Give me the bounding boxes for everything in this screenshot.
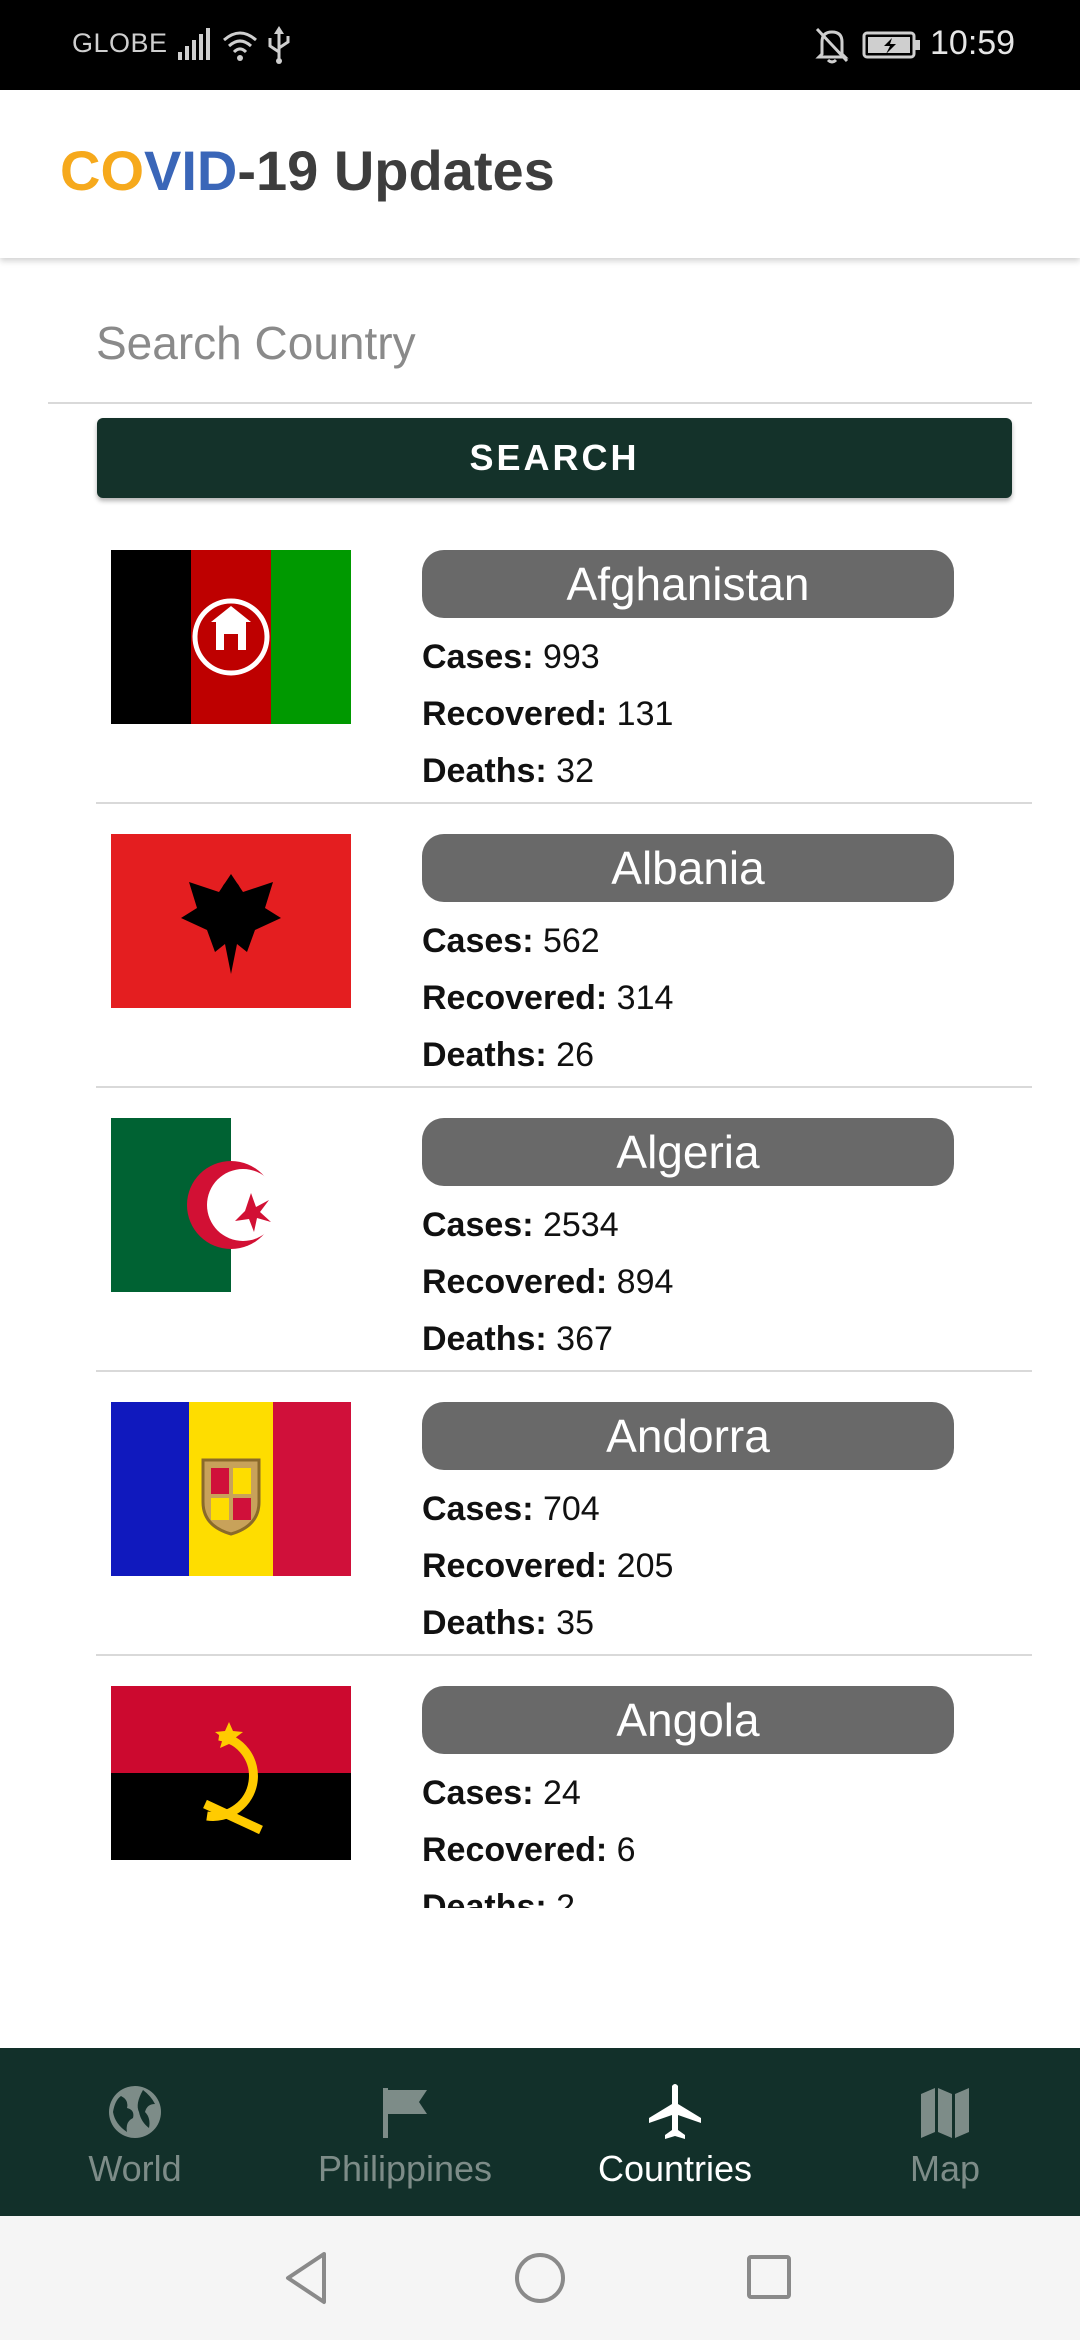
deaths-value: 26 <box>556 1036 594 1074</box>
deaths-label: Deaths: <box>422 1036 547 1074</box>
title-co: CO <box>60 139 144 202</box>
angola-flag-icon <box>111 1686 351 1860</box>
cases-stat: Cases: 24 <box>422 1774 581 1813</box>
nav-label-world: World <box>88 2148 182 2189</box>
carrier-label: GLOBE <box>72 28 168 58</box>
deaths-value: 35 <box>556 1604 594 1642</box>
cases-value: 2534 <box>542 1206 619 1244</box>
cases-value: 993 <box>542 638 600 676</box>
country-name: Albania <box>422 834 954 902</box>
recovered-stat: Recovered: 894 <box>422 1263 673 1302</box>
recovered-label: Recovered: <box>422 1831 608 1869</box>
recovered-value: 131 <box>616 695 674 733</box>
recovered-label: Recovered: <box>422 695 608 733</box>
country-name: Andorra <box>422 1402 954 1470</box>
app-title: COVID-19 Updates <box>60 138 555 203</box>
wifi-icon <box>223 31 257 61</box>
nav-item-world[interactable]: World <box>0 2048 270 2216</box>
deaths-stat: Deaths: 367 <box>422 1320 613 1359</box>
cases-stat: Cases: 993 <box>422 638 600 677</box>
deaths-label: Deaths: <box>422 752 547 790</box>
recovered-value: 6 <box>616 1831 636 1869</box>
globe-icon <box>109 2086 161 2138</box>
flag-icon <box>383 2088 427 2138</box>
afghanistan-flag-icon <box>111 550 351 724</box>
nav-label-philippines: Philippines <box>317 2148 493 2189</box>
search-input[interactable] <box>94 302 978 384</box>
cases-value: 562 <box>542 922 600 960</box>
recovered-value: 894 <box>616 1263 674 1301</box>
battery-charging-icon <box>862 31 920 59</box>
deaths-stat: Deaths: 2 <box>422 1888 575 1908</box>
cases-stat: Cases: 2534 <box>422 1206 619 1245</box>
country-name: Algeria <box>422 1118 954 1186</box>
algeria-flag-icon <box>111 1118 351 1292</box>
cases-stat: Cases: 562 <box>422 922 600 961</box>
bottom-nav: World Philippines Countries Map <box>0 2048 1080 2216</box>
nav-item-countries[interactable]: Countries <box>540 2048 810 2216</box>
deaths-value: 2 <box>556 1888 576 1908</box>
recovered-label: Recovered: <box>422 979 608 1017</box>
deaths-label: Deaths: <box>422 1888 547 1908</box>
deaths-label: Deaths: <box>422 1320 547 1358</box>
recovered-stat: Recovered: 131 <box>422 695 673 734</box>
deaths-label: Deaths: <box>422 1604 547 1642</box>
nav-label-map: Map <box>909 2148 981 2189</box>
cases-value: 704 <box>542 1490 600 1528</box>
country-card-albania[interactable]: Albania Cases: 562 Recovered: 314 Deaths… <box>96 804 1032 1088</box>
system-nav <box>0 2216 1080 2340</box>
cases-label: Cases: <box>422 1490 534 1528</box>
deaths-stat: Deaths: 26 <box>422 1036 594 1075</box>
search-button[interactable]: SEARCH <box>97 418 1012 498</box>
cases-value: 24 <box>542 1774 581 1812</box>
cases-label: Cases: <box>422 638 534 676</box>
country-list[interactable]: Afghanistan Cases: 993 Recovered: 131 De… <box>96 520 1032 1908</box>
andorra-flag-icon <box>111 1402 351 1576</box>
status-bar: GLOBE 10:59 <box>0 0 1080 90</box>
usb-icon <box>268 26 290 64</box>
country-card-afghanistan[interactable]: Afghanistan Cases: 993 Recovered: 131 De… <box>96 520 1032 804</box>
recovered-value: 205 <box>616 1547 674 1585</box>
country-card-andorra[interactable]: Andorra Cases: 704 Recovered: 205 Deaths… <box>96 1372 1032 1656</box>
country-card-angola[interactable]: Angola Cases: 24 Recovered: 6 Deaths: 2 <box>96 1656 1032 1908</box>
deaths-stat: Deaths: 35 <box>422 1604 594 1643</box>
back-icon[interactable] <box>282 2250 332 2306</box>
home-icon[interactable] <box>514 2252 566 2304</box>
cases-label: Cases: <box>422 1774 534 1812</box>
title-rest: -19 Updates <box>237 139 555 202</box>
country-name: Afghanistan <box>422 550 954 618</box>
cases-label: Cases: <box>422 922 534 960</box>
nav-label-countries: Countries <box>597 2148 753 2189</box>
recent-apps-icon[interactable] <box>746 2254 792 2300</box>
recovered-stat: Recovered: 6 <box>422 1831 636 1870</box>
airplane-icon <box>649 2084 701 2139</box>
recovered-value: 314 <box>616 979 674 1017</box>
search-field <box>48 290 1032 404</box>
map-icon <box>921 2088 969 2138</box>
nav-item-map[interactable]: Map <box>810 2048 1080 2216</box>
deaths-stat: Deaths: 32 <box>422 752 594 791</box>
title-vid: VID <box>144 139 238 202</box>
recovered-stat: Recovered: 314 <box>422 979 673 1018</box>
signal-icon <box>178 28 210 60</box>
recovered-stat: Recovered: 205 <box>422 1547 673 1586</box>
clock: 10:59 <box>930 24 1016 62</box>
deaths-value: 367 <box>556 1320 613 1358</box>
cases-stat: Cases: 704 <box>422 1490 600 1529</box>
bell-off-icon <box>815 27 849 64</box>
nav-item-philippines[interactable]: Philippines <box>270 2048 540 2216</box>
app-bar: COVID-19 Updates <box>0 90 1080 258</box>
albania-flag-icon <box>111 834 351 1008</box>
recovered-label: Recovered: <box>422 1263 608 1301</box>
deaths-value: 32 <box>556 752 594 790</box>
country-card-algeria[interactable]: Algeria Cases: 2534 Recovered: 894 Death… <box>96 1088 1032 1372</box>
recovered-label: Recovered: <box>422 1547 608 1585</box>
cases-label: Cases: <box>422 1206 534 1244</box>
country-name: Angola <box>422 1686 954 1754</box>
